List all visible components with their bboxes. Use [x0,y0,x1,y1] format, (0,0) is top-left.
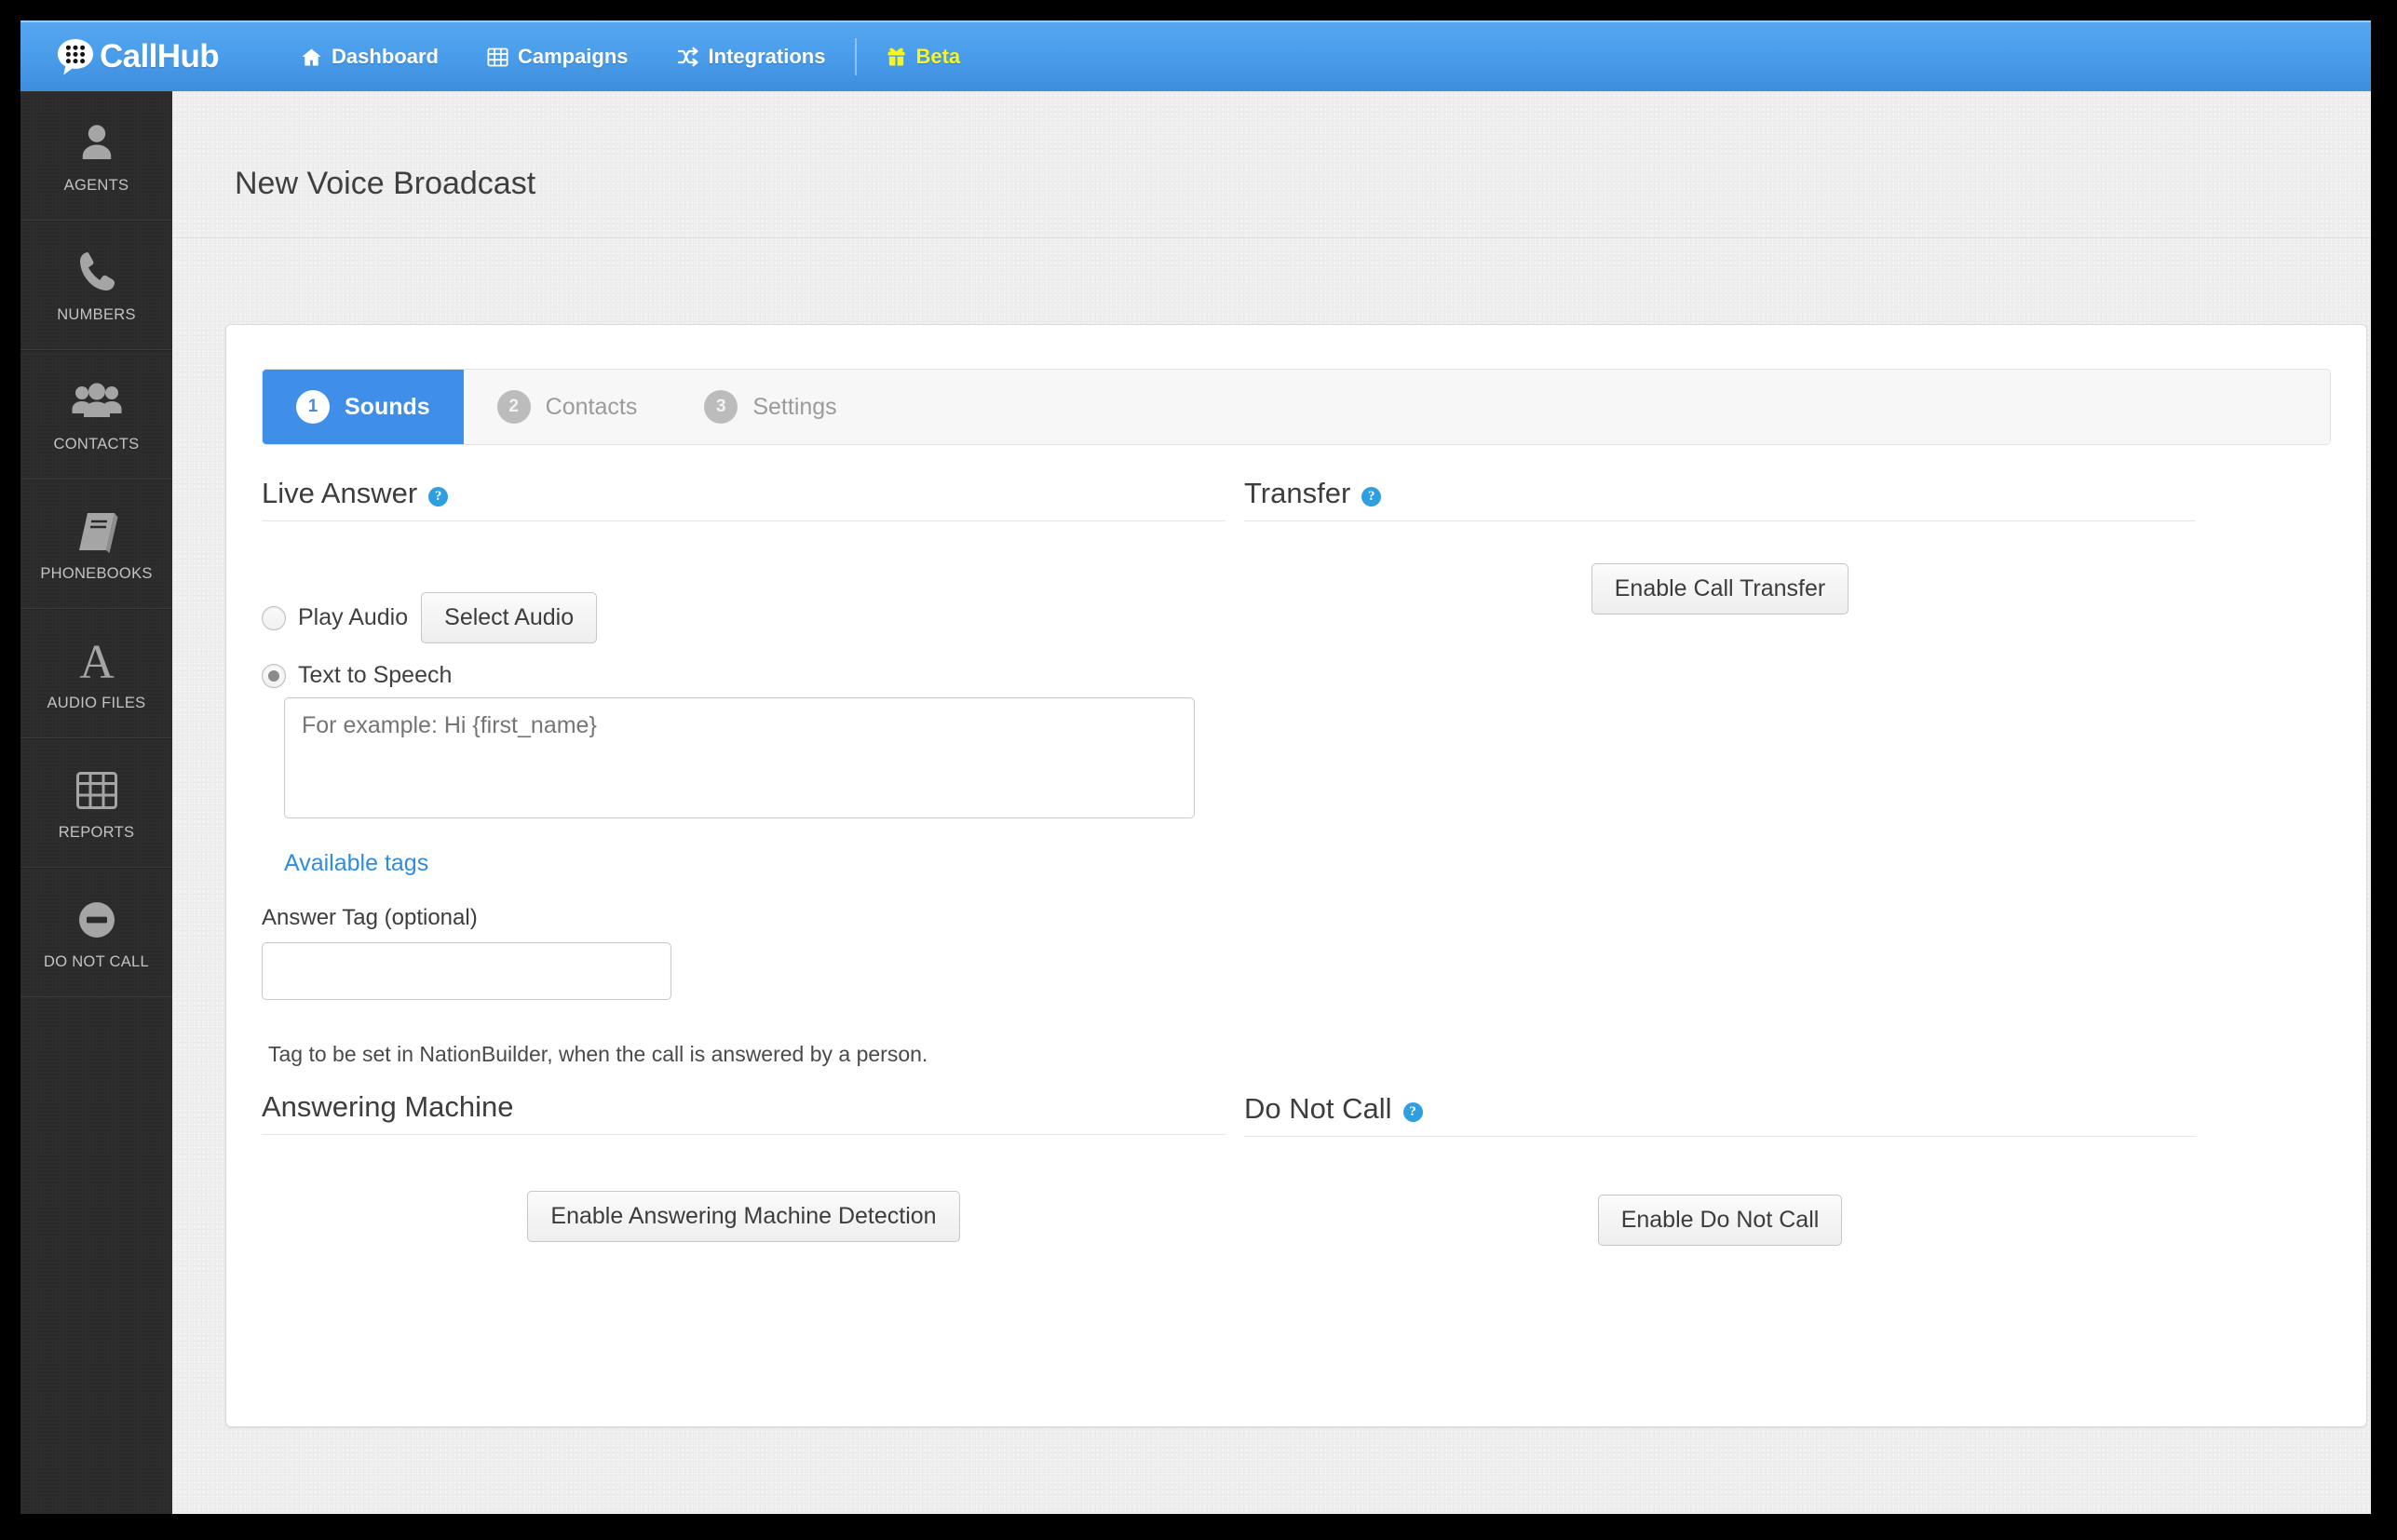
answering-machine-section: Answering Machine [262,1090,1226,1135]
sidebar-label-audio-files: AUDIO FILES [47,695,146,711]
tab-number-1: 1 [296,390,330,424]
svg-text:A: A [79,639,115,683]
transfer-heading-text: Transfer [1244,477,1351,509]
nav-item-dashboard[interactable]: Dashboard [277,21,463,92]
user-icon [74,117,120,169]
minus-circle-icon [76,894,117,946]
play-audio-radio[interactable] [262,605,286,630]
sidebar-item-audio-files[interactable]: A AUDIO FILES [20,609,172,738]
sidebar-item-reports[interactable]: REPORTS [20,738,172,868]
shuffle-icon [677,47,699,67]
speech-bubble-keypad-icon [56,37,95,76]
nav-label-dashboard: Dashboard [332,45,439,68]
tts-textarea-wrapper [284,697,1248,823]
live-answer-heading-text: Live Answer [262,477,418,509]
transfer-section: Transfer ? [1244,477,2196,521]
letter-a-icon: A [74,635,119,687]
sidebar-item-contacts[interactable]: CONTACTS [20,350,172,480]
available-tags-wrapper: Available tags [284,850,1248,877]
enable-answering-machine-detection-button[interactable]: Enable Answering Machine Detection [527,1191,960,1242]
nav-divider [855,38,858,75]
play-audio-label[interactable]: Play Audio [298,604,408,631]
title-divider [172,237,2371,238]
wizard-tabs: 1 Sounds 2 Contacts 3 Settings [262,369,2331,445]
transfer-divider [1244,520,2196,521]
do-not-call-help-icon[interactable]: ? [1402,1101,1423,1122]
tab-label-contacts: Contacts [545,393,638,420]
nav-label-beta: Beta [915,45,961,68]
sidebar-label-do-not-call: DO NOT CALL [43,953,150,970]
home-icon [301,47,322,68]
tab-number-3: 3 [704,390,738,424]
sidebar-label-numbers: NUMBERS [57,306,136,323]
browser-viewport: CallHub Dashboard Campaigns Integrations… [20,20,2371,1514]
answer-tag-input[interactable] [262,942,671,1000]
sidebar-label-phonebooks: PHONEBOOKS [40,565,153,582]
nav-item-campaigns[interactable]: Campaigns [463,21,653,92]
play-audio-row: Play Audio Select Audio [262,592,1226,643]
answering-machine-action: Enable Answering Machine Detection [262,1191,1226,1242]
live-answer-help-icon[interactable]: ? [428,486,449,507]
select-audio-button[interactable]: Select Audio [421,592,598,643]
table-grid-icon [75,764,118,817]
transfer-help-icon[interactable]: ? [1361,486,1382,507]
gift-icon [887,47,906,67]
answer-tag-label: Answer Tag (optional) [262,905,478,930]
nav-label-integrations: Integrations [708,45,826,68]
users-group-icon [71,376,123,428]
do-not-call-heading: Do Not Call ? [1244,1092,2196,1136]
text-to-speech-input[interactable] [284,697,1195,818]
tab-settings[interactable]: 3 Settings [670,370,870,444]
answering-machine-heading-text: Answering Machine [262,1090,514,1123]
tab-sounds[interactable]: 1 Sounds [263,370,464,444]
logo-text: CallHub [100,38,220,74]
live-answer-section: Live Answer ? [262,477,1226,521]
available-tags-link[interactable]: Available tags [284,850,428,876]
tab-label-sounds: Sounds [345,393,430,420]
sidebar-label-reports: REPORTS [58,824,135,841]
sidebar-label-contacts: CONTACTS [53,436,140,453]
left-sidebar: AGENTS NUMBERS CONTACTS PHONEBOOKS A AUD… [20,91,172,1514]
main-content: New Voice Broadcast 1 Sounds 2 Contacts … [172,91,2371,1514]
nav-item-integrations[interactable]: Integrations [653,21,850,92]
sidebar-item-phonebooks[interactable]: PHONEBOOKS [20,480,172,609]
answer-tag-help-text: Tag to be set in NationBuilder, when the… [268,1042,928,1066]
live-answer-heading: Live Answer ? [262,477,1226,520]
sidebar-item-do-not-call[interactable]: DO NOT CALL [20,868,172,997]
answer-tag-group: Answer Tag (optional) [262,905,1226,1000]
do-not-call-heading-text: Do Not Call [1244,1092,1392,1125]
do-not-call-action: Enable Do Not Call [1244,1195,2196,1246]
transfer-action: Enable Call Transfer [1244,563,2196,615]
tab-label-settings: Settings [752,393,837,420]
grid-table-icon [487,47,508,67]
do-not-call-divider [1244,1136,2196,1137]
sidebar-label-agents: AGENTS [63,176,129,194]
book-icon [74,506,120,558]
text-to-speech-label[interactable]: Text to Speech [298,662,452,689]
enable-call-transfer-button[interactable]: Enable Call Transfer [1591,563,1849,615]
sidebar-item-agents[interactable]: AGENTS [20,91,172,221]
nav-item-beta[interactable]: Beta [862,21,984,92]
wizard-card: 1 Sounds 2 Contacts 3 Settings Live Answ… [225,324,2367,1427]
answering-machine-divider [262,1134,1226,1135]
text-to-speech-radio[interactable] [262,663,286,688]
phone-icon [75,247,118,299]
answering-machine-heading: Answering Machine [262,1090,1226,1134]
live-answer-divider [262,520,1226,521]
text-to-speech-row: Text to Speech [262,662,1226,689]
tab-contacts[interactable]: 2 Contacts [464,370,671,444]
sidebar-item-numbers[interactable]: NUMBERS [20,221,172,350]
do-not-call-section: Do Not Call ? [1244,1092,2196,1137]
tab-number-2: 2 [496,390,531,424]
nav-label-campaigns: Campaigns [517,45,629,68]
enable-do-not-call-button[interactable]: Enable Do Not Call [1597,1195,1843,1246]
top-navbar: CallHub Dashboard Campaigns Integrations… [20,20,2371,91]
callhub-logo[interactable]: CallHub [56,37,220,76]
page-title: New Voice Broadcast [235,166,536,201]
transfer-heading: Transfer ? [1244,477,2196,520]
answer-tag-help-wrapper: Tag to be set in NationBuilder, when the… [268,1042,1255,1067]
